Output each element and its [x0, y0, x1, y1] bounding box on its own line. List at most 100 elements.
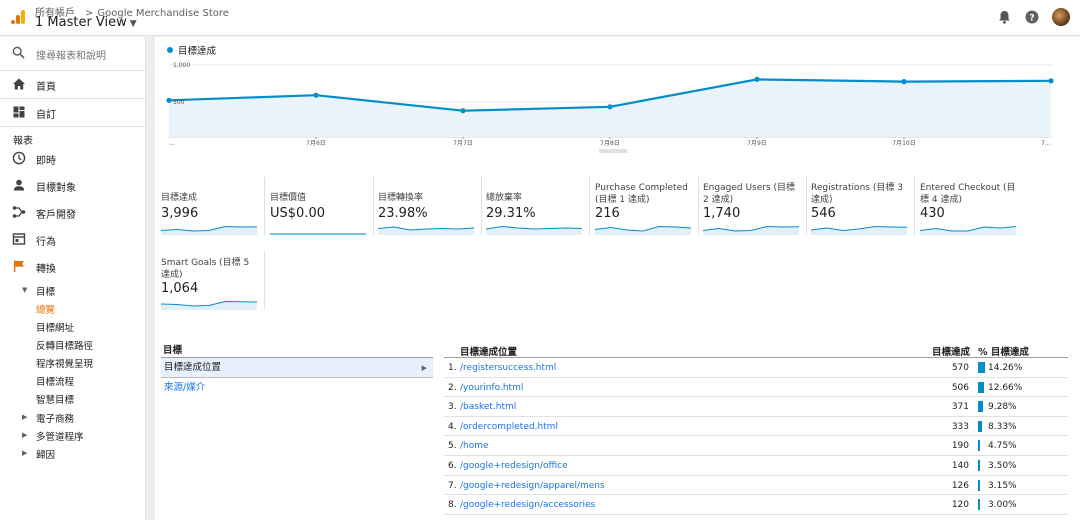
sidebar-goals-urls[interactable]: 目標網址	[36, 320, 74, 334]
sidebar-ecommerce[interactable]: 電子商務	[36, 411, 74, 425]
sidebar-item-label: 自訂	[36, 110, 56, 121]
data-point[interactable]	[1048, 78, 1054, 84]
row-path-link[interactable]: /ordercompleted.html	[460, 422, 558, 432]
row-value: 126	[951, 480, 969, 491]
row-pct: 3.50%	[988, 460, 1017, 471]
sidebar-attribution[interactable]: 歸因	[36, 447, 55, 461]
x-tick-label: 7月7日	[453, 140, 473, 147]
sidebar-multichannel[interactable]: 多管道程序	[36, 429, 84, 443]
column-header-value[interactable]: 目標達成	[932, 344, 970, 358]
row-pct-bar	[978, 459, 980, 471]
triangle-right-icon[interactable]: ▶	[22, 431, 27, 439]
data-point[interactable]	[901, 79, 907, 85]
view-title[interactable]: 1 Master View	[35, 15, 127, 30]
metric-card[interactable]: Entered Checkout (目標 4 達成) 430	[920, 182, 1020, 235]
metric-card[interactable]: 目標價值 US$0.00	[270, 182, 370, 235]
sidebar-item-label: 轉換	[36, 264, 56, 275]
row-path-link[interactable]: /basket.html	[460, 402, 516, 412]
row-index: 5.	[448, 441, 457, 452]
triangle-right-icon[interactable]: ▶	[22, 413, 27, 421]
metric-sparkline	[595, 225, 691, 235]
row-path-link[interactable]: /registersuccess.html	[460, 363, 556, 373]
line-chart[interactable]: 1,000 500 7月6日 7月7日 7月8日 7月9日 7月10日 ... 7...	[155, 55, 1080, 175]
row-index: 6.	[448, 460, 457, 471]
sidebar-item-behavior[interactable]: 行為	[0, 226, 146, 253]
x-tick-edge: ...	[169, 140, 175, 147]
data-point[interactable]	[754, 76, 760, 82]
table-row: 4./ordercompleted.html 333 8.33%	[444, 417, 1068, 437]
metric-divider	[264, 177, 265, 235]
row-path-link[interactable]: /google+redesign/accessories	[460, 500, 595, 510]
sidebar-reverse-goal-path[interactable]: 反轉目標路徑	[36, 338, 93, 352]
avatar[interactable]	[1052, 8, 1070, 26]
row-path-link[interactable]: /home	[460, 441, 489, 451]
data-point[interactable]	[460, 108, 466, 114]
sidebar-item-audience[interactable]: 目標對象	[0, 172, 146, 199]
sidebar-search[interactable]: 搜尋報表和說明	[0, 37, 146, 71]
caret-down-icon[interactable]: ▼	[130, 19, 137, 29]
data-point[interactable]	[607, 104, 613, 110]
row-path-link[interactable]: /yourinfo.html	[460, 383, 523, 393]
dimension-goal-completion-location[interactable]: 目標達成位置 ▶	[161, 358, 433, 378]
sidebar-item-conversions[interactable]: 轉換	[0, 253, 146, 280]
row-value: 190	[951, 441, 969, 452]
row-pct-bar	[978, 401, 983, 413]
sidebar: 搜尋報表和說明 首頁 自訂 報表 即時 目標對象 客戶開發 行為 轉換 ▼ 目標…	[0, 37, 146, 520]
triangle-right-icon[interactable]: ▶	[22, 449, 27, 457]
dimension-source-medium[interactable]: 來源/媒介	[161, 378, 433, 398]
sidebar-item-customization[interactable]: 自訂	[0, 99, 146, 126]
metric-divider	[806, 177, 807, 235]
metric-value: 216	[595, 206, 620, 221]
sidebar-item-acquisition[interactable]: 客戶開發	[0, 199, 146, 226]
metric-sparkline	[486, 225, 582, 235]
table-row: 2./yourinfo.html 506 12.66%	[444, 378, 1068, 398]
row-pct-bar	[978, 381, 985, 393]
row-pct-bar	[978, 440, 981, 452]
header-actions: ?	[996, 8, 1070, 26]
metric-card[interactable]: 目標轉換率 23.98%	[378, 182, 478, 235]
table-row: 8./google+redesign/accessories 120 3.00%	[444, 495, 1068, 515]
chart-resize-handle[interactable]	[599, 149, 627, 153]
metric-card[interactable]: Registrations (目標 3 達成) 546	[811, 182, 911, 235]
column-header-pct[interactable]: % 目標達成	[978, 344, 1029, 358]
metric-value: 430	[920, 206, 945, 221]
home-icon	[13, 78, 25, 90]
data-point[interactable]	[313, 92, 319, 98]
metric-card[interactable]: Engaged Users (目標 2 達成) 1,740	[703, 182, 803, 235]
metric-card[interactable]: 總放棄率 29.31%	[486, 182, 586, 235]
metric-sparkline	[270, 233, 366, 235]
sidebar-goal-flow[interactable]: 目標流程	[36, 374, 74, 388]
sidebar-item-realtime[interactable]: 即時	[0, 145, 146, 172]
x-tick-label: 7月10日	[892, 140, 915, 147]
row-value: 140	[951, 460, 969, 471]
data-point[interactable]	[166, 97, 172, 103]
metric-card[interactable]: Smart Goals (目標 5 達成) 1,064	[161, 257, 261, 310]
row-index: 4.	[448, 421, 457, 432]
view-selector[interactable]: 1 Master View ▼	[35, 15, 137, 30]
sidebar-funnel-visualization[interactable]: 程序視覺呈現	[36, 356, 93, 370]
triangle-down-icon[interactable]: ▼	[22, 286, 27, 294]
metric-card[interactable]: Purchase Completed (目標 1 達成) 216	[595, 182, 695, 235]
sidebar-item-label: 即時	[36, 156, 56, 167]
search-label[interactable]: 搜尋報表和說明	[36, 47, 106, 62]
metric-label: Entered Checkout (目標 4 達成)	[920, 183, 1016, 205]
row-path-link[interactable]: /google+redesign/office	[460, 461, 568, 471]
column-header-path[interactable]: 目標達成位置	[460, 344, 517, 358]
metric-sparkline	[378, 226, 474, 235]
row-path-link[interactable]: /google+redesign/apparel/mens	[460, 481, 605, 491]
analytics-logo-icon[interactable]	[10, 9, 26, 25]
help-icon[interactable]: ?	[1024, 9, 1040, 25]
row-pct: 9.28%	[988, 402, 1017, 413]
table-row: 6./google+redesign/office 140 3.50%	[444, 456, 1068, 476]
sidebar-item-home[interactable]: 首頁	[0, 71, 146, 98]
bell-icon[interactable]	[996, 9, 1012, 25]
table-row: 1./registersuccess.html 570 14.26%	[444, 358, 1068, 378]
y-tick-label: 500	[173, 99, 185, 106]
sidebar-goals[interactable]: 目標	[36, 284, 55, 298]
sidebar-smart-goals[interactable]: 智慧目標	[36, 392, 74, 406]
row-index: 8.	[448, 500, 457, 511]
row-value: 570	[951, 363, 969, 373]
metric-label: 總放棄率	[486, 193, 523, 203]
metric-card[interactable]: 目標達成 3,996	[161, 182, 261, 235]
sidebar-goals-overview[interactable]: 總覽	[36, 302, 55, 316]
